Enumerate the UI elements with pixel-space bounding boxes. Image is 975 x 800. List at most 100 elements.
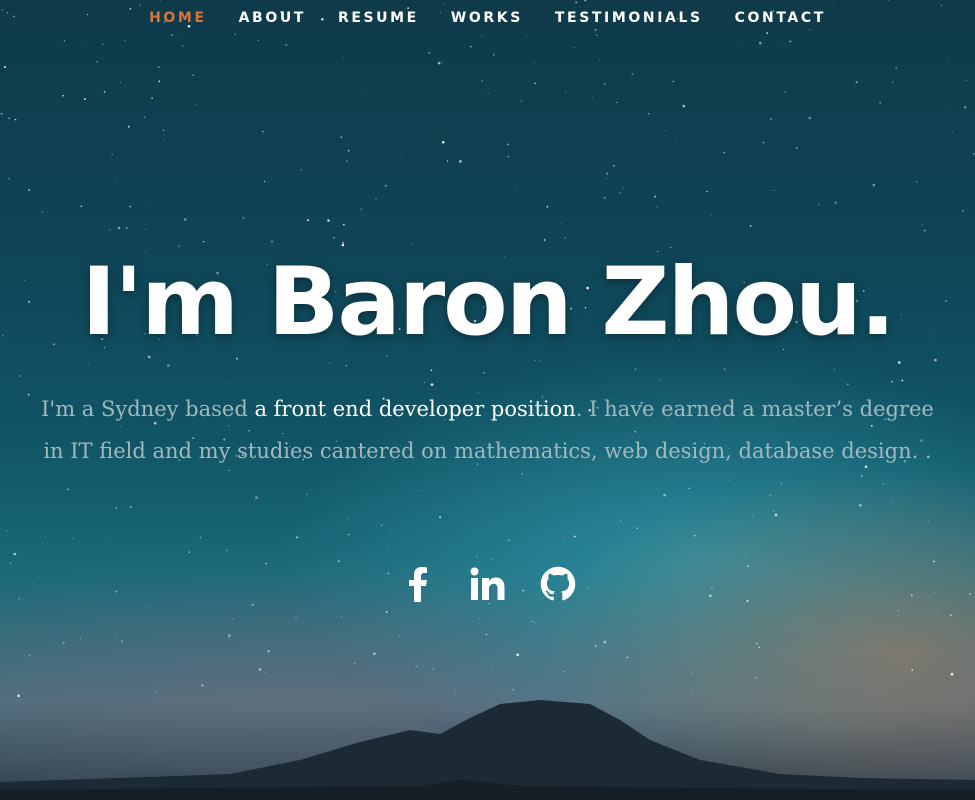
star xyxy=(242,217,245,220)
star xyxy=(117,226,121,230)
star xyxy=(808,116,812,120)
star xyxy=(345,160,348,163)
star xyxy=(911,669,914,671)
star xyxy=(647,113,650,115)
star xyxy=(520,100,522,102)
star xyxy=(285,44,288,46)
star xyxy=(391,530,393,532)
nav-item-about[interactable]: ABOUT xyxy=(239,10,306,26)
star xyxy=(789,40,791,43)
star xyxy=(859,504,862,507)
star xyxy=(506,143,509,146)
star xyxy=(895,66,897,69)
star xyxy=(508,539,510,542)
star xyxy=(911,678,913,680)
star xyxy=(897,361,901,364)
nav-item-testimonials[interactable]: TESTIMONIALS xyxy=(555,10,703,26)
star xyxy=(490,669,492,671)
star xyxy=(393,115,395,117)
star xyxy=(780,47,782,49)
star xyxy=(271,240,273,243)
star xyxy=(562,670,565,673)
star xyxy=(195,104,197,106)
star xyxy=(531,620,533,622)
star xyxy=(199,536,201,539)
github-link[interactable] xyxy=(538,562,578,606)
star xyxy=(342,223,345,226)
star xyxy=(109,229,111,231)
star xyxy=(924,229,926,232)
star xyxy=(539,360,541,362)
star xyxy=(656,206,658,208)
nav-item-works[interactable]: WORKS xyxy=(451,10,523,26)
star xyxy=(267,650,270,653)
star xyxy=(743,556,745,558)
star xyxy=(947,57,949,59)
star xyxy=(145,229,147,230)
nav-item-contact[interactable]: CONTACT xyxy=(735,10,826,26)
star xyxy=(690,672,692,674)
star xyxy=(847,383,849,385)
star xyxy=(534,359,536,361)
star xyxy=(14,118,17,121)
star xyxy=(751,677,753,679)
star xyxy=(348,533,350,536)
star xyxy=(534,622,536,624)
star xyxy=(688,487,691,490)
star xyxy=(756,680,758,681)
star xyxy=(235,357,238,360)
nav-item-resume[interactable]: RESUME xyxy=(338,10,419,26)
star xyxy=(778,650,780,652)
star xyxy=(534,82,536,85)
star xyxy=(306,219,309,222)
star xyxy=(202,241,205,243)
nav-item-home[interactable]: HOME xyxy=(149,10,207,26)
star xyxy=(879,101,882,104)
star xyxy=(834,201,837,204)
star xyxy=(115,177,117,178)
star xyxy=(417,490,419,491)
star xyxy=(756,642,758,645)
star xyxy=(360,208,363,210)
star xyxy=(616,101,618,104)
star xyxy=(706,190,708,193)
star xyxy=(284,664,286,666)
star xyxy=(594,645,597,647)
star xyxy=(347,149,350,152)
star xyxy=(157,66,160,68)
star xyxy=(4,66,6,69)
star xyxy=(560,223,562,225)
star xyxy=(665,130,667,132)
star xyxy=(438,507,440,508)
star xyxy=(72,538,73,539)
star xyxy=(276,546,278,548)
star xyxy=(119,81,122,83)
star xyxy=(897,610,899,612)
star xyxy=(345,364,348,367)
star xyxy=(564,237,566,239)
star xyxy=(769,494,772,497)
star xyxy=(80,47,82,49)
star xyxy=(626,656,629,659)
star xyxy=(13,552,17,556)
linkedin-link[interactable] xyxy=(468,562,508,606)
star xyxy=(257,165,258,167)
star xyxy=(306,493,308,495)
star xyxy=(534,61,536,63)
star xyxy=(594,610,596,612)
star xyxy=(720,643,722,645)
star xyxy=(791,39,792,41)
star xyxy=(80,205,83,208)
star xyxy=(295,617,297,619)
star xyxy=(226,382,228,384)
star xyxy=(432,668,434,670)
star xyxy=(329,362,331,364)
star xyxy=(950,672,954,676)
facebook-link[interactable] xyxy=(398,562,438,606)
star xyxy=(774,513,778,517)
star xyxy=(818,203,820,206)
star xyxy=(0,112,3,115)
star xyxy=(483,371,486,374)
star xyxy=(606,177,608,179)
star xyxy=(415,665,418,668)
